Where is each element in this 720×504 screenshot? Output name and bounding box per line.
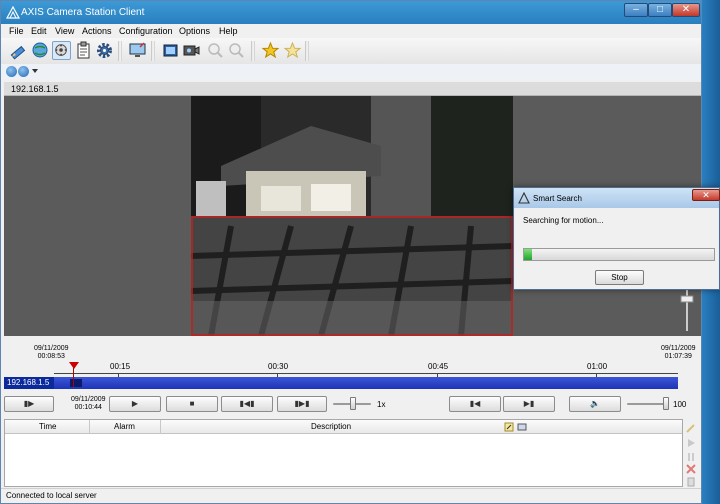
timeline-tick-label: 00:15 bbox=[110, 362, 131, 371]
recording-segment[interactable] bbox=[70, 379, 82, 387]
menu-edit[interactable]: Edit bbox=[31, 26, 47, 36]
timeline-tick-label: 01:00 bbox=[587, 362, 608, 371]
camera-header: 192.168.1.5 bbox=[4, 82, 701, 96]
menu-bar: File Edit View Actions Configuration Opt… bbox=[1, 24, 701, 38]
timeline-tick-label: 00:45 bbox=[428, 362, 449, 371]
menu-options[interactable]: Options bbox=[179, 26, 210, 36]
forward-icon[interactable] bbox=[18, 66, 29, 77]
current-time: 00:10:44 bbox=[74, 404, 102, 411]
toolbar-separator bbox=[305, 41, 309, 61]
dialog-title-bar[interactable]: Smart Search ✕ bbox=[514, 188, 720, 208]
speed-value: 1x bbox=[377, 400, 386, 409]
star-icon[interactable] bbox=[261, 41, 280, 60]
film-icon[interactable] bbox=[161, 41, 180, 60]
toolbar-separator bbox=[251, 41, 255, 61]
timeline-track-label: 192.168.1.5 bbox=[4, 377, 54, 389]
timeline-tick-label: 00:30 bbox=[268, 362, 289, 371]
globe-icon[interactable] bbox=[31, 41, 50, 60]
volume-slider-thumb[interactable] bbox=[663, 397, 669, 410]
pencil-icon[interactable] bbox=[9, 41, 28, 60]
timeline-start-date: 09/11/2009 bbox=[34, 345, 69, 352]
export-icon[interactable] bbox=[517, 422, 527, 432]
timeline-start-time: 00:08:53 bbox=[37, 353, 65, 360]
play-event-icon[interactable] bbox=[685, 437, 697, 449]
search-progress-bar bbox=[523, 248, 715, 261]
zoom-in-icon[interactable] bbox=[206, 41, 225, 60]
delete-event-icon[interactable] bbox=[685, 463, 697, 475]
dialog-message: Searching for motion... bbox=[523, 216, 604, 225]
timeline-end: 09/11/2009 01:07:39 bbox=[661, 345, 696, 361]
menu-configuration[interactable]: Configuration bbox=[119, 26, 173, 36]
star-add-icon[interactable] bbox=[283, 41, 302, 60]
axis-logo-icon bbox=[518, 192, 530, 204]
smart-search-dialog: Smart Search ✕ Searching for motion... S… bbox=[513, 187, 720, 290]
current-date: 09/11/2009 bbox=[71, 396, 106, 403]
timeline-start: 09/11/2009 00:08:53 bbox=[34, 345, 69, 361]
pause-event-icon[interactable] bbox=[685, 451, 697, 463]
column-time[interactable]: Time bbox=[39, 422, 56, 431]
speed-slider-thumb[interactable] bbox=[350, 397, 356, 410]
maximize-button[interactable]: □ bbox=[648, 3, 672, 17]
column-separator bbox=[160, 420, 161, 434]
back-icon[interactable] bbox=[6, 66, 17, 77]
edit-event-icon[interactable] bbox=[685, 422, 697, 434]
column-description[interactable]: Description bbox=[311, 422, 351, 431]
dialog-title: Smart Search bbox=[533, 194, 582, 203]
menu-file[interactable]: File bbox=[9, 26, 24, 36]
progress-fill bbox=[524, 249, 532, 260]
minimize-button[interactable]: – bbox=[624, 3, 648, 17]
status-text: Connected to local server bbox=[6, 491, 97, 500]
current-position: 09/11/2009 00:10:44 bbox=[71, 396, 106, 412]
navigation-bar bbox=[1, 64, 701, 79]
edit-note-icon[interactable] bbox=[504, 422, 514, 432]
events-table[interactable]: Time Alarm Description bbox=[4, 419, 683, 487]
step-play-button[interactable]: ▮▶ bbox=[4, 396, 54, 412]
previous-event-button[interactable]: ▮◀ bbox=[449, 396, 501, 412]
dialog-close-button[interactable]: ✕ bbox=[692, 189, 720, 201]
recordings-icon[interactable] bbox=[52, 41, 71, 60]
events-table-header: Time Alarm Description bbox=[5, 420, 682, 434]
axis-logo-icon bbox=[6, 6, 20, 19]
window-title: AXIS Camera Station Client bbox=[21, 7, 145, 18]
timeline-end-date: 09/11/2009 bbox=[661, 345, 696, 352]
audio-button[interactable]: 🔈 bbox=[569, 396, 621, 412]
zoom-out-icon[interactable] bbox=[227, 41, 246, 60]
zoom-slider[interactable] bbox=[680, 286, 694, 331]
camera-icon[interactable] bbox=[182, 41, 201, 60]
status-bar: Connected to local server bbox=[1, 488, 701, 503]
gear-icon[interactable] bbox=[95, 41, 114, 60]
column-separator bbox=[89, 420, 90, 434]
playhead-marker[interactable] bbox=[69, 362, 79, 369]
camera-video-frame[interactable] bbox=[191, 96, 513, 336]
close-button[interactable]: ✕ bbox=[672, 3, 700, 17]
toolbar-separator bbox=[118, 41, 122, 61]
dialog-body: Searching for motion... Stop bbox=[515, 208, 718, 289]
volume-value: 100 bbox=[673, 400, 687, 409]
clipboard-icon[interactable] bbox=[74, 41, 93, 60]
menu-view[interactable]: View bbox=[55, 26, 74, 36]
menu-actions[interactable]: Actions bbox=[82, 26, 112, 36]
camera-name: 192.168.1.5 bbox=[11, 84, 59, 94]
column-alarm[interactable]: Alarm bbox=[114, 422, 135, 431]
stop-button[interactable]: ■ bbox=[166, 396, 218, 412]
stop-button[interactable]: Stop bbox=[595, 270, 644, 285]
recording-track[interactable] bbox=[54, 377, 678, 389]
menu-help[interactable]: Help bbox=[219, 26, 238, 36]
next-frame-button[interactable]: ▮▶▮ bbox=[277, 396, 327, 412]
play-button[interactable]: ▶ bbox=[109, 396, 161, 412]
timeline-end-time: 01:07:39 bbox=[664, 353, 692, 360]
title-bar: AXIS Camera Station Client – □ ✕ bbox=[1, 1, 701, 24]
timeline[interactable]: 09/11/2009 00:08:53 09/11/2009 01:07:39 … bbox=[4, 338, 701, 393]
toolbar bbox=[1, 38, 701, 64]
monitor-icon[interactable] bbox=[128, 41, 147, 60]
next-event-button[interactable]: ▶▮ bbox=[503, 396, 555, 412]
previous-frame-button[interactable]: ▮◀▮ bbox=[221, 396, 273, 412]
chevron-down-icon[interactable] bbox=[32, 69, 38, 74]
toolbar-separator bbox=[151, 41, 155, 61]
clear-events-icon[interactable] bbox=[685, 476, 697, 488]
